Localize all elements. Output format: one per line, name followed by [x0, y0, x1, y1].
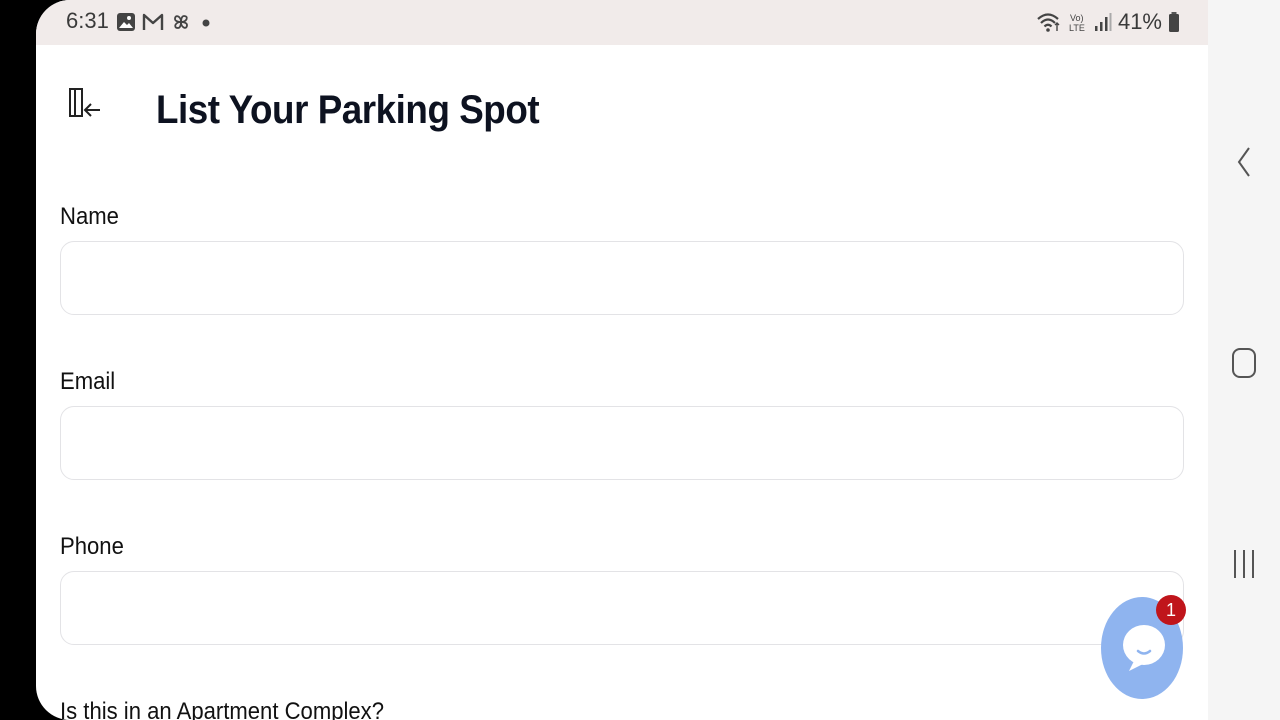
recents-button[interactable]: [1222, 542, 1266, 586]
sidebar-toggle-button[interactable]: [64, 86, 104, 126]
email-field[interactable]: [60, 406, 1184, 480]
gmail-icon: [142, 13, 164, 30]
notification-badge: 1: [1156, 595, 1186, 625]
apartment-complex-label: Is this in an Apartment Complex?: [60, 698, 384, 720]
svg-text:Vo): Vo): [1070, 13, 1084, 23]
back-icon: [1237, 147, 1250, 177]
gallery-icon: [117, 13, 135, 31]
svg-text:LTE: LTE: [1069, 23, 1085, 33]
phone-label: Phone: [60, 533, 124, 560]
pinwheel-icon: [174, 15, 188, 29]
collapse-sidebar-icon: [69, 88, 100, 117]
home-icon: [1232, 348, 1256, 378]
navigation-bar: [1208, 0, 1280, 720]
page-header: List Your Parking Spot: [36, 70, 1208, 160]
recents-icon: [1234, 550, 1254, 578]
dot-icon: [202, 19, 210, 27]
wifi-icon: [1037, 13, 1060, 32]
status-bar: 6:31 Vo) LTE 41%: [36, 0, 1208, 45]
home-button[interactable]: [1222, 341, 1266, 385]
volte-icon: Vo)LTE: [1069, 13, 1085, 33]
email-label: Email: [60, 368, 116, 395]
battery-percent: 41%: [1117, 9, 1162, 34]
name-field[interactable]: [60, 241, 1184, 315]
battery-icon: [1169, 12, 1179, 32]
name-label: Name: [60, 203, 119, 230]
back-button[interactable]: [1222, 140, 1266, 184]
system-icons: Vo) LTE 41%: [1036, 8, 1180, 36]
status-time: 6:31: [66, 8, 109, 33]
notification-icons: [116, 9, 214, 35]
page-title: List Your Parking Spot: [156, 88, 540, 132]
app-screen: 6:31 Vo) LTE 41% List Your Parking Spot N…: [36, 0, 1208, 720]
signal-icon: [1094, 13, 1112, 31]
phone-field[interactable]: [60, 571, 1184, 645]
